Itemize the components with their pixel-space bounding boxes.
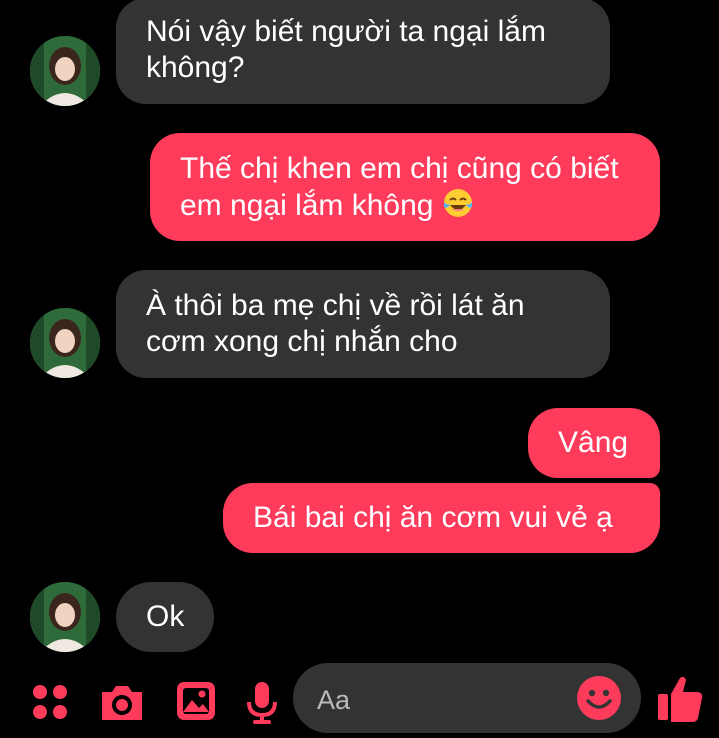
contact-avatar[interactable] — [30, 308, 100, 378]
message-bubble-incoming[interactable]: Nói vậy biết người ta ngại lắm không? — [116, 0, 610, 104]
message-bubble-incoming[interactable]: À thôi ba mẹ chị về rồi lát ăn cơm xong … — [116, 270, 610, 378]
message-input[interactable] — [315, 679, 569, 721]
message-text: Vâng — [558, 426, 629, 459]
contact-avatar[interactable] — [30, 582, 100, 652]
microphone-icon[interactable] — [245, 680, 279, 726]
message-text: Nói vậy biết người ta ngại lắm không? — [146, 15, 546, 84]
message-bubble-outgoing[interactable]: Vâng — [528, 408, 660, 478]
thumbs-up-icon[interactable] — [656, 674, 704, 724]
message-text: Thế chị khen em chị cũng có biết em ngại… — [180, 152, 619, 222]
contact-avatar[interactable] — [30, 36, 100, 106]
message-text: Ok — [146, 600, 185, 633]
message-bubble-incoming[interactable]: Ok — [116, 582, 214, 652]
message-bubble-outgoing[interactable]: Bái bai chị ăn cơm vui vẻ ạ — [223, 483, 660, 553]
emoji-icon[interactable] — [576, 675, 622, 721]
message-bubble-outgoing[interactable]: Thế chị khen em chị cũng có biết em ngại… — [150, 133, 660, 241]
image-icon[interactable] — [175, 680, 217, 722]
apps-grid-icon[interactable] — [30, 682, 70, 722]
message-text: À thôi ba mẹ chị về rồi lát ăn cơm xong … — [146, 289, 525, 358]
message-text: Bái bai chị ăn cơm vui vẻ ạ — [253, 501, 613, 534]
message-composer[interactable] — [293, 663, 641, 733]
camera-icon[interactable] — [98, 680, 146, 724]
face-with-tears-of-joy-icon — [442, 187, 474, 219]
